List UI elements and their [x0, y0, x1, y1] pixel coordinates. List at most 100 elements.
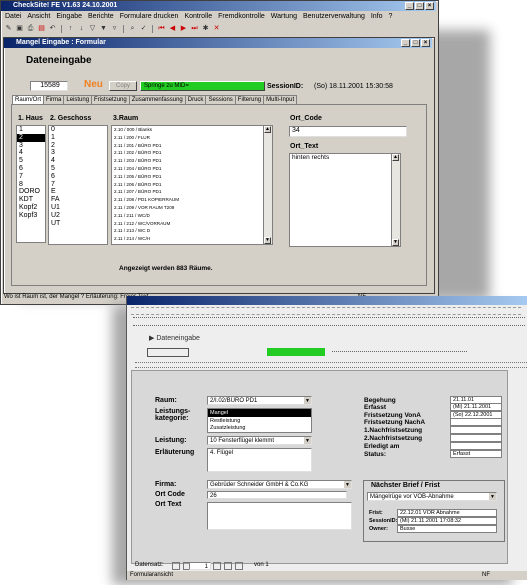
raum-item[interactable]: 2.11 / 208 / PD1 KOPIERRAUM — [112, 196, 272, 204]
haus-item[interactable]: 1 — [17, 126, 45, 134]
haus-item[interactable]: 4 — [17, 149, 45, 157]
raum-item[interactable]: 2.11 / 207 / BÜRO PD1 — [112, 188, 272, 196]
raum-item[interactable]: 2.11 / 211 / WC/D — [112, 212, 272, 220]
find-icon[interactable]: ⌕ — [128, 25, 137, 33]
menu-item-2[interactable]: Eingabe — [56, 12, 82, 22]
tab-8[interactable]: Multi-Input — [263, 95, 298, 104]
haus-item[interactable]: 5 — [17, 157, 45, 165]
haus-item[interactable]: 2 — [17, 133, 45, 142]
menu-item-3[interactable]: Berichte — [88, 12, 114, 22]
date-value[interactable] — [450, 442, 502, 450]
ort-text-field[interactable]: hinten rechts ▲ ▼ — [289, 153, 401, 247]
haus-item[interactable]: DORO — [17, 188, 45, 196]
tab-4[interactable]: Zusammenfassung — [128, 95, 186, 104]
nav-next-icon[interactable] — [213, 562, 221, 570]
menu-item-5[interactable]: Kontrolle — [184, 12, 212, 22]
first-icon[interactable]: ⏮ — [157, 25, 166, 33]
last-icon[interactable]: ⏭ — [190, 25, 199, 33]
kategorie-item[interactable]: Mangel — [208, 409, 311, 417]
kategorie-item[interactable]: Zusatzleistung — [208, 424, 311, 432]
next-icon[interactable]: ▶ — [179, 25, 188, 33]
nav-new-icon[interactable] — [235, 562, 243, 570]
ort-code-field[interactable]: 34 — [289, 126, 407, 137]
raum-item[interactable]: 2.11 / 209 / VOR RAUM T209 — [112, 204, 272, 212]
ort-text-scrollbar[interactable]: ▲ ▼ — [391, 154, 400, 246]
menu-item-0[interactable]: Datei — [5, 12, 21, 22]
jump-to-mid-button[interactable]: Springe zu MID= — [140, 81, 265, 91]
prev-icon[interactable]: ◀ — [168, 25, 177, 33]
raum-item[interactable]: 2.11 / 201 / BÜRO PD1 — [112, 142, 272, 150]
form-close-button[interactable]: × — [421, 39, 430, 47]
tab-5[interactable]: Druck — [184, 95, 207, 104]
filter-icon[interactable]: ▽ — [88, 25, 97, 33]
menu-item-6[interactable]: Fremdkontrolle — [218, 12, 265, 22]
tab-3[interactable]: Fristsetzung — [91, 95, 130, 104]
raum-item[interactable]: 2.11 / 212 / WC/VORRAUM — [112, 220, 272, 228]
date-value[interactable] — [450, 426, 502, 434]
firma-arrow-icon[interactable]: ▼ — [344, 481, 351, 488]
leistung-dropdown[interactable]: 10 Fensterflügel klemmt ▼ — [207, 436, 312, 445]
geschoss-item[interactable]: 2 — [49, 142, 107, 150]
menu-item-8[interactable]: Benutzerverwaltung — [303, 12, 365, 22]
menu-item-1[interactable]: Ansicht — [27, 12, 50, 22]
raum-item[interactable]: 2.11 / 205 / BÜRO PD1 — [112, 173, 272, 181]
geschoss-item[interactable]: FA — [49, 196, 107, 204]
brief-dropdown[interactable]: Mängelrüge vor VOB-Abnahme ▼ — [367, 492, 497, 501]
raum-list[interactable]: 2.10 / 000 / Blanks 2.11 / 200 / FLUR 2.11… — [111, 125, 273, 245]
haus-item[interactable]: 8 — [17, 181, 45, 189]
haus-item[interactable]: KDT — [17, 196, 45, 204]
raum-item[interactable]: 2.11 / 203 / BÜRO PD1 — [112, 157, 272, 165]
geschoss-item[interactable]: E — [49, 188, 107, 196]
geschoss-list[interactable]: 0 1 2 3 4 5 6 7 E FA U1 U2 UT — [48, 125, 108, 245]
firma-dropdown[interactable]: Gebrüder Schneider GmbH & Co.KG ▼ — [207, 480, 352, 489]
date-value[interactable]: Erfasst — [450, 450, 502, 458]
edit-icon[interactable]: ✎ — [4, 25, 13, 33]
copy-button[interactable]: Copy — [109, 81, 137, 91]
filter-apply-icon[interactable]: ▼ — [99, 25, 108, 33]
haus-item[interactable]: 7 — [17, 173, 45, 181]
delete-record-icon[interactable]: ✕ — [212, 25, 221, 33]
geschoss-item[interactable]: U1 — [49, 204, 107, 212]
menu-item-9[interactable]: Info — [371, 12, 383, 22]
raum-item[interactable]: 2.11 / 213 / WC D — [112, 227, 272, 235]
nav-first-icon[interactable] — [172, 562, 180, 570]
haus-item[interactable]: Kopf3 — [17, 212, 45, 220]
close-button[interactable]: × — [425, 2, 434, 10]
geschoss-item[interactable]: 0 — [49, 126, 107, 134]
leistung-arrow-icon[interactable]: ▼ — [304, 437, 311, 444]
record-id-field[interactable]: 15589 — [30, 81, 68, 91]
save-icon[interactable]: ▣ — [15, 25, 24, 33]
date-value[interactable] — [450, 434, 502, 442]
ort-code-field-2[interactable]: 26 — [207, 491, 347, 499]
dropdown-arrow-icon[interactable]: ▼ — [304, 397, 311, 404]
tab-1[interactable]: Firma — [43, 95, 65, 104]
form-maximize-button[interactable]: □ — [411, 39, 420, 47]
form-minimize-button[interactable]: _ — [401, 39, 410, 47]
raum-item[interactable]: 2.11 / 206 / BÜRO PD1 — [112, 181, 272, 189]
nav-last-icon[interactable] — [224, 562, 232, 570]
geschoss-item[interactable]: 5 — [49, 165, 107, 173]
raum-item[interactable]: 2.11 / 202 / BÜRO PD1 — [112, 149, 272, 157]
geschoss-item[interactable]: 1 — [49, 134, 107, 142]
preview-icon[interactable]: ▤ — [37, 25, 46, 33]
leistungskategorie-list[interactable]: Mangel Restleistung Zusatzleistung — [207, 408, 312, 433]
raum-item[interactable]: 2.11 / 204 / BÜRO PD1 — [112, 165, 272, 173]
geschoss-item[interactable]: 6 — [49, 173, 107, 181]
raum-dropdown[interactable]: 2/I.02/BÜRO PD1 ▼ — [207, 396, 312, 405]
date-value[interactable] — [450, 418, 502, 426]
filter-remove-icon[interactable]: ▿ — [110, 25, 119, 33]
menu-item-10[interactable]: ? — [389, 12, 393, 22]
geschoss-item[interactable]: 4 — [49, 157, 107, 165]
spell-icon[interactable]: ✓ — [139, 25, 148, 33]
geschoss-item[interactable]: 7 — [49, 181, 107, 189]
kategorie-item[interactable]: Restleistung — [208, 417, 311, 425]
haus-item[interactable]: Kopf2 — [17, 204, 45, 212]
brief-arrow-icon[interactable]: ▼ — [489, 493, 496, 500]
date-value[interactable]: (Mi) 21.11.2001 — [450, 403, 502, 411]
menu-item-7[interactable]: Wartung — [271, 12, 297, 22]
tab-0[interactable]: Raum/Ort — [12, 95, 45, 104]
menu-item-4[interactable]: Formulare drucken — [120, 12, 179, 22]
new-record-icon[interactable]: ✱ — [201, 25, 210, 33]
raum-item[interactable]: 2.11 / 200 / FLUR — [112, 134, 272, 142]
form2-jump-button[interactable] — [267, 348, 325, 356]
